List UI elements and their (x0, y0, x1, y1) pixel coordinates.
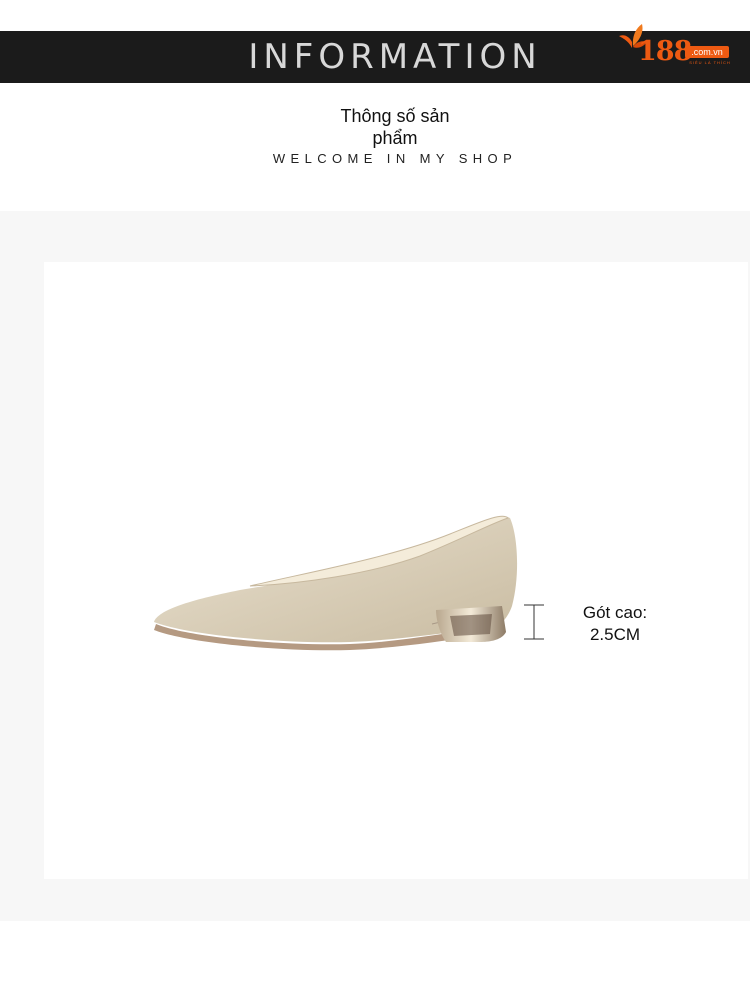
logo-tagline: SIÊU LÀ THÍCH (689, 60, 731, 65)
section-subtitle: WELCOME IN MY SHOP (272, 151, 518, 166)
logo-domain: .com.vn (685, 46, 729, 58)
section-title: Thông số sản phẩm (340, 106, 450, 148)
shoe-image (154, 515, 518, 651)
logo-number: 188 (638, 36, 692, 67)
brand-logo[interactable]: 188 .com.vn SIÊU LÀ THÍCH (618, 22, 738, 70)
heel-height-marker (524, 604, 544, 640)
heel-height-value: 2.5CM (589, 625, 641, 644)
section-heading: Thông số sản phẩm WELCOME IN MY SHOP (0, 105, 750, 166)
heel-height-label: Gót cao: 2.5CM (560, 602, 670, 646)
heel-height-title: Gót cao: (582, 603, 648, 622)
